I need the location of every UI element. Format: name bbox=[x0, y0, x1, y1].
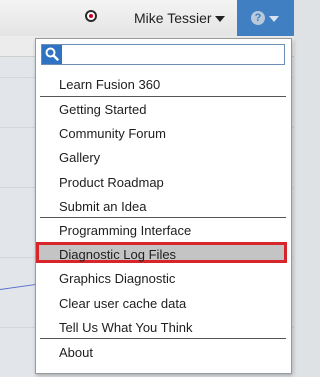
top-toolbar: Mike Tessier ? bbox=[0, 0, 294, 37]
menu-item-about[interactable]: About bbox=[59, 345, 93, 361]
menu-item-community-forum[interactable]: Community Forum bbox=[59, 126, 166, 142]
menu-item-programming-interface[interactable]: Programming Interface bbox=[59, 223, 191, 239]
menu-item-product-roadmap[interactable]: Product Roadmap bbox=[59, 175, 164, 191]
help-dropdown-menu: Learn Fusion 360 Getting Started Communi… bbox=[35, 38, 292, 374]
help-search-input[interactable] bbox=[63, 45, 291, 64]
menu-separator bbox=[40, 96, 286, 97]
menu-item-getting-started[interactable]: Getting Started bbox=[59, 102, 146, 118]
search-icon[interactable] bbox=[42, 45, 62, 64]
menu-item-gallery[interactable]: Gallery bbox=[59, 150, 100, 166]
menu-item-graphics-diagnostic[interactable]: Graphics Diagnostic bbox=[59, 271, 175, 287]
axis-line bbox=[0, 283, 40, 290]
help-icon: ? bbox=[251, 11, 265, 25]
record-icon[interactable] bbox=[85, 10, 97, 22]
menu-item-learn-fusion-360[interactable]: Learn Fusion 360 bbox=[59, 77, 160, 93]
menu-item-clear-user-cache[interactable]: Clear user cache data bbox=[59, 296, 186, 312]
search-field bbox=[41, 44, 291, 65]
menu-separator bbox=[40, 338, 286, 339]
menu-separator bbox=[40, 217, 286, 218]
chevron-down-icon[interactable] bbox=[215, 16, 225, 22]
menu-item-tell-us-what-you-think[interactable]: Tell Us What You Think bbox=[59, 320, 192, 336]
user-account-name[interactable]: Mike Tessier bbox=[134, 10, 212, 26]
chevron-down-icon bbox=[269, 16, 279, 22]
menu-item-diagnostic-log-files[interactable]: Diagnostic Log Files bbox=[59, 247, 176, 263]
help-button[interactable]: ? bbox=[237, 0, 294, 37]
menu-item-submit-idea[interactable]: Submit an Idea bbox=[59, 199, 146, 215]
